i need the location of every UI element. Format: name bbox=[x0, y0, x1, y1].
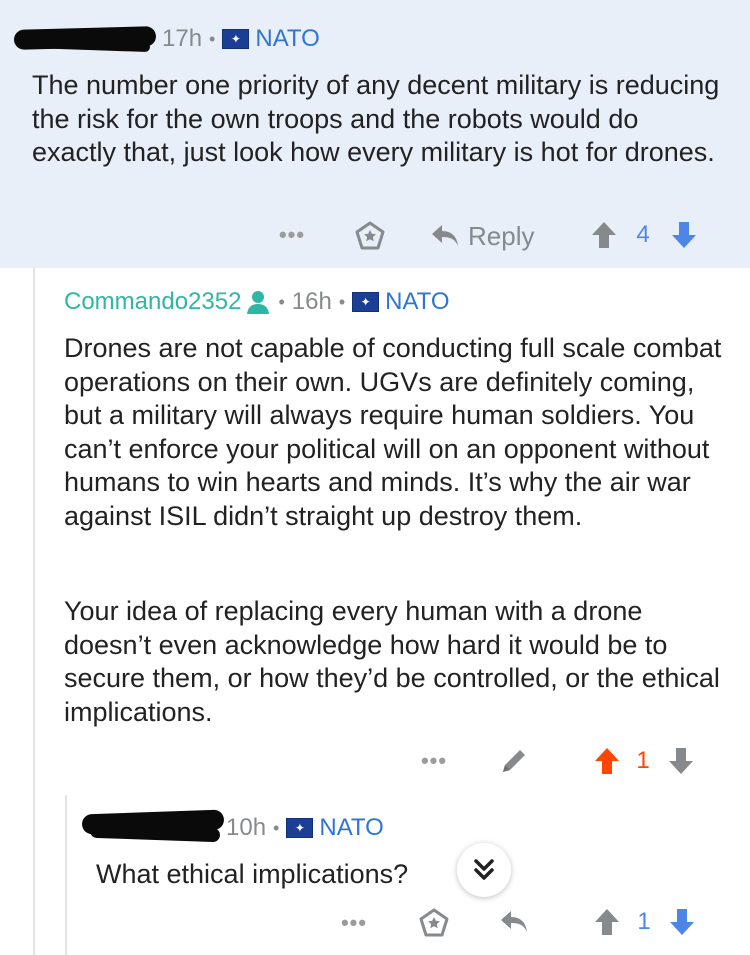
timestamp: 10h bbox=[226, 814, 267, 841]
comment-body: The number one priority of any decent mi… bbox=[32, 70, 720, 167]
downvote-icon bbox=[672, 222, 696, 248]
thread-line-level1 bbox=[33, 268, 35, 955]
comment-paragraph: Drones are not capable of conducting ful… bbox=[64, 333, 722, 531]
person-icon bbox=[247, 291, 270, 314]
username-link[interactable]: Commando2352 bbox=[64, 288, 241, 316]
nato-flag-icon bbox=[352, 292, 380, 312]
award-button[interactable] bbox=[416, 905, 452, 941]
upvote-icon bbox=[592, 222, 616, 248]
collapse-thread-button[interactable] bbox=[457, 843, 511, 897]
comment-paragraph: Your idea of replacing every human with … bbox=[64, 596, 720, 727]
collapse-chevrons-icon bbox=[474, 859, 494, 880]
downvote-icon bbox=[670, 909, 694, 935]
comment-meta: 10h • NATO bbox=[226, 814, 384, 842]
nato-flag-icon bbox=[222, 29, 250, 49]
upvote-button[interactable] bbox=[592, 745, 622, 777]
timestamp: 17h bbox=[162, 25, 203, 52]
separator-dot: • bbox=[273, 817, 280, 838]
more-options-button[interactable]: ••• bbox=[420, 748, 448, 774]
reply-button[interactable]: Reply bbox=[430, 216, 540, 256]
more-options-button[interactable]: ••• bbox=[278, 222, 306, 248]
award-icon bbox=[355, 221, 385, 250]
upvote-button[interactable] bbox=[589, 219, 619, 251]
separator-dot: • bbox=[209, 28, 216, 49]
highlighted-comment: 17h • NATO The number one priority of an… bbox=[0, 0, 750, 268]
user-flair: NATO bbox=[319, 814, 384, 841]
reply-arrow-icon bbox=[432, 225, 458, 246]
nato-flag-icon bbox=[286, 818, 314, 838]
separator-dot: • bbox=[278, 291, 285, 312]
vote-score: 1 bbox=[636, 747, 650, 774]
thread-line-level2 bbox=[65, 795, 67, 955]
vote-score: 4 bbox=[636, 221, 650, 248]
user-flair: NATO bbox=[385, 288, 450, 315]
upvote-icon bbox=[595, 909, 619, 935]
reply-label: Reply bbox=[468, 220, 535, 251]
downvote-button[interactable] bbox=[669, 219, 699, 251]
comment-meta: Commando2352 • 16h • NATO bbox=[64, 288, 450, 316]
comment-body: What ethical implications? bbox=[96, 859, 409, 889]
more-options-button[interactable]: ••• bbox=[340, 910, 368, 936]
downvote-button[interactable] bbox=[667, 906, 697, 938]
timestamp: 16h bbox=[291, 288, 332, 315]
user-flair: NATO bbox=[255, 25, 320, 52]
downvote-icon bbox=[669, 748, 693, 774]
vote-score: 1 bbox=[637, 908, 651, 935]
downvote-button[interactable] bbox=[666, 745, 696, 777]
reply-button[interactable] bbox=[497, 906, 531, 938]
edit-button[interactable] bbox=[497, 744, 531, 778]
award-button[interactable] bbox=[352, 218, 388, 254]
pencil-icon bbox=[503, 750, 525, 772]
comment-meta: 17h • NATO bbox=[162, 25, 320, 53]
reply-arrow-icon bbox=[501, 911, 527, 932]
award-icon bbox=[419, 908, 449, 937]
separator-dot: • bbox=[338, 291, 346, 312]
upvote-icon bbox=[595, 748, 619, 774]
upvote-button[interactable] bbox=[592, 906, 622, 938]
